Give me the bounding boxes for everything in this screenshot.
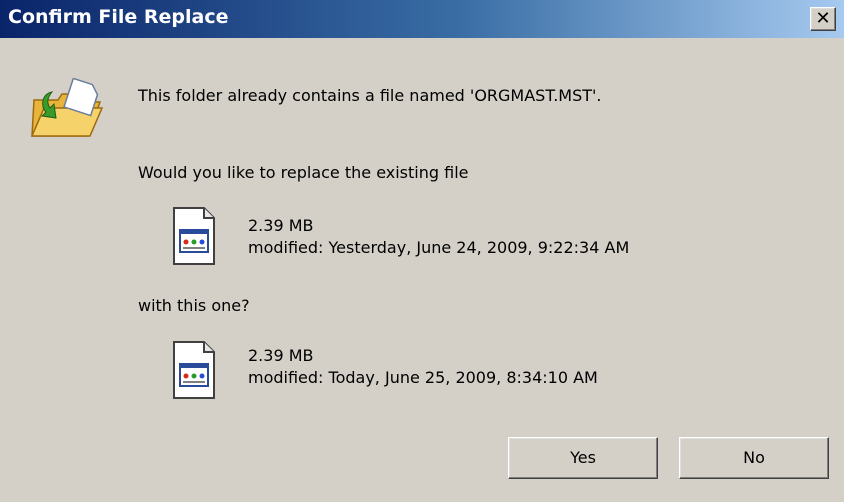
with-this-one-text: with this one? (138, 296, 250, 315)
existing-file-size: 2.39 MB (248, 216, 314, 235)
folder-replace-icon (30, 78, 104, 137)
already-exists-message: This folder already contains a file name… (138, 86, 602, 105)
no-button[interactable]: No (679, 437, 829, 479)
existing-file-icon (173, 207, 215, 265)
close-icon: ✕ (815, 8, 831, 29)
window-title: Confirm File Replace (8, 6, 229, 28)
new-file-icon (173, 341, 215, 399)
new-file-size: 2.39 MB (248, 346, 314, 365)
yes-button[interactable]: Yes (508, 437, 658, 479)
confirm-file-replace-dialog: Confirm File Replace ✕ This folder alrea… (0, 0, 844, 502)
existing-file-modified: modified: Yesterday, June 24, 2009, 9:22… (248, 238, 630, 257)
new-file-modified: modified: Today, June 25, 2009, 8:34:10 … (248, 368, 598, 387)
replace-question: Would you like to replace the existing f… (138, 163, 469, 182)
close-button[interactable]: ✕ (810, 7, 836, 31)
title-bar[interactable]: Confirm File Replace ✕ (0, 0, 844, 38)
